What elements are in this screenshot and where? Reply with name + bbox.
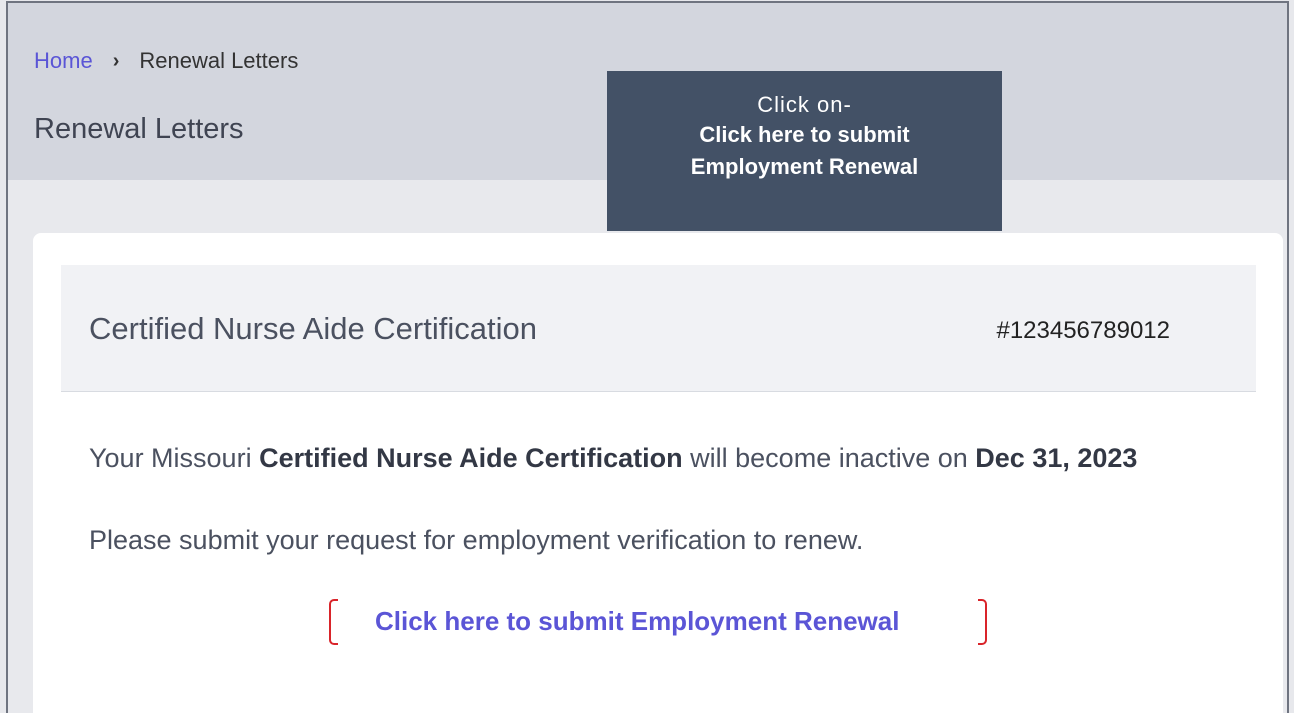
- page-title: Renewal Letters: [34, 113, 244, 145]
- callout-line-1: Click on-: [757, 92, 852, 117]
- breadcrumb: Home › Renewal Letters: [34, 48, 298, 74]
- renewal-card: Certified Nurse Aide Certification #1234…: [33, 233, 1283, 713]
- callout-line-2: Click here to submit: [699, 122, 910, 147]
- notice-middle: will become inactive on: [682, 443, 976, 473]
- callout-line-3: Employment Renewal: [690, 154, 919, 179]
- notice-cert-name: Certified Nurse Aide Certification: [259, 443, 683, 473]
- certification-title: Certified Nurse Aide Certification: [89, 311, 537, 346]
- notice-prefix: Your Missouri: [89, 443, 260, 473]
- renewal-instruction: Please submit your request for employmen…: [89, 525, 864, 555]
- certification-number: #123456789012: [996, 317, 1170, 344]
- notice-date: Dec 31, 2023: [975, 443, 1138, 473]
- instruction-callout: Click on- Click here to submit Employmen…: [607, 71, 1002, 231]
- breadcrumb-current: Renewal Letters: [139, 48, 299, 73]
- submit-employment-renewal-link[interactable]: Click here to submit Employment Renewal: [375, 606, 899, 637]
- highlight-bracket-right: [978, 599, 987, 645]
- chevron-right-icon: ›: [112, 49, 120, 72]
- app-window: Home › Renewal Letters Renewal Letters C…: [6, 1, 1289, 713]
- renewal-link-highlight: Click here to submit Employment Renewal: [329, 596, 987, 650]
- card-header: Certified Nurse Aide Certification #1234…: [61, 265, 1256, 392]
- inactive-notice: Your Missouri Certified Nurse Aide Certi…: [89, 443, 1137, 474]
- breadcrumb-home-link[interactable]: Home: [34, 48, 93, 74]
- highlight-bracket-left: [329, 599, 338, 645]
